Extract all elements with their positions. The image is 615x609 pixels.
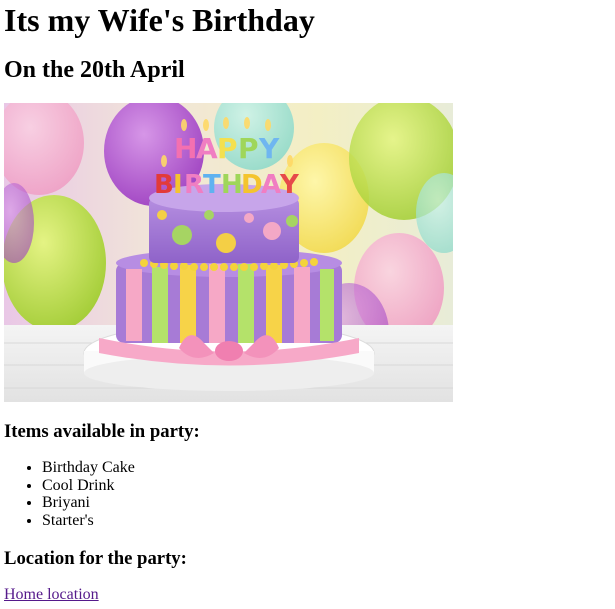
page-subtitle: On the 20th April: [4, 57, 185, 83]
list-item: Briyani: [42, 494, 135, 512]
svg-text:H: H: [174, 132, 197, 165]
svg-text:Y: Y: [279, 170, 300, 200]
list-item: Birthday Cake: [42, 459, 135, 477]
location-heading: Location for the party:: [4, 548, 187, 569]
svg-text:A: A: [196, 132, 218, 165]
svg-text:Y: Y: [258, 132, 280, 165]
birthday-cake-image: H A P P Y B I R T H D A Y: [4, 103, 453, 402]
svg-text:B: B: [154, 170, 174, 200]
home-location-link[interactable]: Home location: [4, 586, 99, 604]
page-title: Its my Wife's Birthday: [4, 2, 315, 38]
svg-text:I: I: [173, 170, 183, 200]
svg-text:P: P: [217, 132, 238, 165]
svg-text:P: P: [238, 132, 259, 165]
items-heading: Items available in party:: [4, 421, 200, 442]
svg-text:D: D: [241, 170, 263, 200]
svg-text:H: H: [221, 170, 243, 200]
list-item: Starter's: [42, 512, 135, 530]
items-list: Birthday Cake Cool Drink Briyani Starter…: [4, 459, 135, 529]
svg-text:R: R: [184, 170, 204, 200]
list-item: Cool Drink: [42, 477, 135, 495]
svg-text:T: T: [203, 170, 221, 200]
svg-text:A: A: [261, 170, 281, 200]
